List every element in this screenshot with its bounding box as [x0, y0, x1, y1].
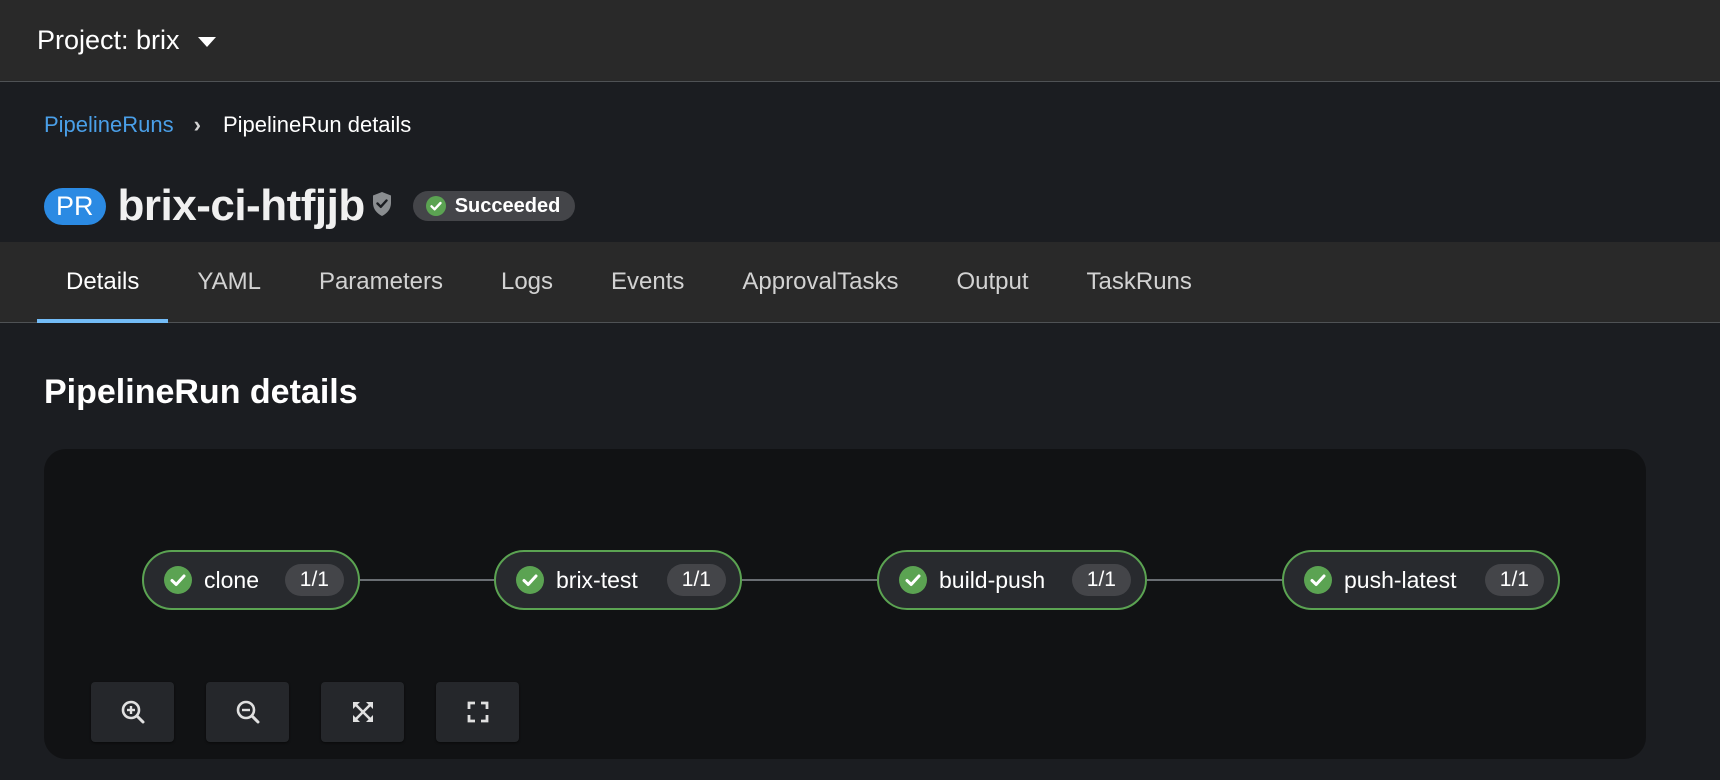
tab-logs[interactable]: Logs [472, 242, 582, 322]
tab-approvaltasks[interactable]: ApprovalTasks [713, 242, 927, 322]
check-circle-icon [1304, 566, 1332, 594]
page-header: PipelineRuns › PipelineRun details PR br… [0, 82, 1720, 242]
node-label: push-latest [1344, 566, 1457, 593]
breadcrumb-link-pipelineruns[interactable]: PipelineRuns [44, 112, 174, 138]
node-count: 1/1 [1071, 564, 1131, 596]
chevron-right-icon: › [193, 112, 201, 137]
zoom-in-button[interactable] [91, 682, 174, 742]
title-row: PR brix-ci-htfjjb Succeeded [44, 181, 576, 231]
zoom-out-icon [236, 700, 259, 724]
pipeline-node-clone[interactable]: clone 1/1 [142, 550, 360, 610]
project-selector[interactable]: Project: brix [37, 25, 216, 56]
caret-down-icon [197, 36, 216, 47]
breadcrumb-current: PipelineRun details [222, 112, 412, 137]
node-label: brix-test [556, 566, 638, 593]
tabs-bar: Details YAML Parameters Logs Events Appr… [0, 242, 1720, 323]
tab-events[interactable]: Events [582, 242, 713, 322]
pipeline-node-push-latest[interactable]: push-latest 1/1 [1282, 550, 1560, 610]
tab-taskruns[interactable]: TaskRuns [1058, 242, 1221, 322]
pipeline-node-build-push[interactable]: build-push 1/1 [877, 550, 1147, 610]
node-count: 1/1 [284, 564, 344, 596]
project-label: Project: brix [37, 25, 180, 55]
tab-parameters[interactable]: Parameters [290, 242, 472, 322]
status-badge: Succeeded [412, 191, 576, 221]
node-label: build-push [939, 566, 1046, 593]
resource-type-badge: PR [44, 187, 106, 225]
section-title: PipelineRun details [44, 373, 358, 411]
tab-yaml[interactable]: YAML [168, 242, 290, 322]
reset-view-button[interactable] [436, 682, 519, 742]
breadcrumb: PipelineRuns › PipelineRun details [44, 112, 411, 138]
tab-details[interactable]: Details [37, 242, 169, 323]
pipeline-topology: clone 1/1 brix-test 1/1 build-push 1/1 p… [44, 449, 1646, 759]
fit-to-screen-button[interactable] [321, 682, 404, 742]
zoom-out-button[interactable] [206, 682, 289, 742]
fullscreen-corners-icon [467, 701, 488, 723]
pipeline-node-brix-test[interactable]: brix-test 1/1 [494, 550, 742, 610]
shield-icon [372, 192, 391, 216]
node-label: clone [204, 566, 259, 593]
check-circle-icon [899, 566, 927, 594]
node-count: 1/1 [1484, 564, 1544, 596]
check-circle-icon [164, 566, 192, 594]
check-circle-icon [425, 196, 446, 216]
zoom-in-icon [121, 700, 144, 724]
tab-output[interactable]: Output [927, 242, 1057, 322]
check-circle-icon [516, 566, 544, 594]
page-title: brix-ci-htfjjb [117, 181, 366, 230]
node-count: 1/1 [666, 564, 726, 596]
status-text: Succeeded [454, 194, 561, 217]
expand-arrows-icon [352, 702, 373, 722]
top-bar: Project: brix [0, 0, 1720, 82]
